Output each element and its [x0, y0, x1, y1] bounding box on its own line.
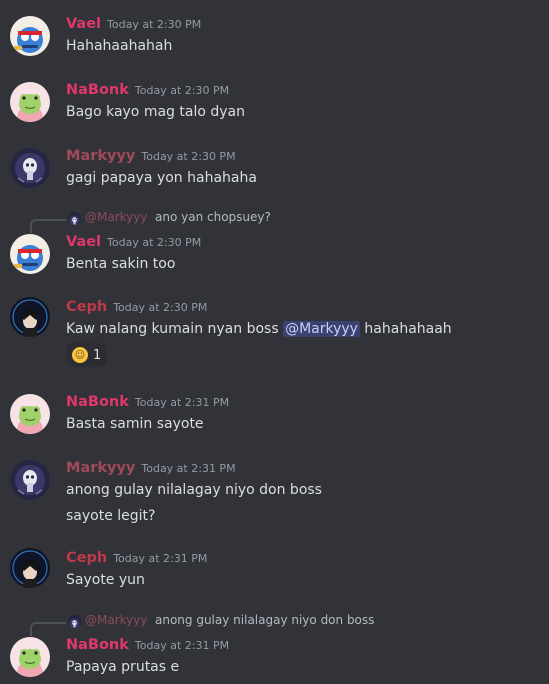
message-text: gagi papaya yon hahahaha	[66, 170, 257, 186]
timestamp: Today at 2:30 PM	[113, 301, 208, 314]
message-text: Bago kayo mag talo dyan	[66, 104, 245, 120]
timestamp: Today at 2:31 PM	[134, 396, 230, 409]
author-name[interactable]: Vael Today at 2:30 PM	[66, 16, 201, 32]
timestamp: Today at 2:30 PM	[107, 236, 202, 249]
text-after-mention: hahahahaah	[364, 321, 452, 337]
ceph-avatar[interactable]	[10, 297, 50, 337]
markyyy-avatar[interactable]	[10, 460, 50, 500]
markyyy-avatar[interactable]	[10, 148, 50, 188]
reaction-count: 1	[93, 347, 102, 363]
text-before-mention: Kaw nalang kumain nyan boss	[66, 321, 279, 337]
reply-preview[interactable]: @Markyyy anong gulay nilalagay niyo don …	[0, 613, 549, 636]
message-text: Sayote yun	[66, 572, 145, 588]
reaction-button[interactable]: ☺ 1	[66, 343, 108, 367]
reply-author[interactable]: @Markyyy	[85, 613, 147, 627]
reply-spine	[30, 622, 66, 636]
message-text: Basta samin sayote	[66, 416, 204, 432]
reply-text: anong gulay nilalagay niyo don boss	[155, 613, 375, 627]
author-name[interactable]: Markyyy Today at 2:30 PM	[66, 148, 236, 164]
user-mention[interactable]: @Markyyy	[283, 321, 360, 337]
message-text: Benta sakin too	[66, 256, 176, 272]
nabonk-avatar[interactable]	[10, 637, 50, 677]
timestamp: Today at 2:30 PM	[141, 150, 236, 163]
nabonk-avatar[interactable]	[10, 82, 50, 122]
message-text: anong gulay nilalagay niyo don boss	[66, 482, 322, 498]
markyyy-mini-avatar	[68, 212, 81, 225]
markyyy-mini-avatar	[68, 615, 81, 628]
author-name[interactable]: Markyyy Today at 2:31 PM	[66, 460, 236, 476]
author-name[interactable]: NaBonk Today at 2:31 PM	[66, 637, 229, 653]
author-name[interactable]: Vael Today at 2:30 PM	[66, 234, 201, 250]
vael-avatar[interactable]	[10, 16, 50, 56]
message-text: sayote legit?	[66, 508, 156, 524]
timestamp: Today at 2:31 PM	[141, 462, 236, 475]
author-name[interactable]: Ceph Today at 2:30 PM	[66, 299, 207, 315]
author-name[interactable]: NaBonk Today at 2:31 PM	[66, 394, 229, 410]
author-name[interactable]: Ceph Today at 2:31 PM	[66, 550, 207, 566]
message-text: Kaw nalang kumain nyan boss @Markyyy hah…	[66, 321, 452, 337]
nabonk-avatar[interactable]	[10, 394, 50, 434]
ceph-avatar[interactable]	[10, 548, 50, 588]
timestamp: Today at 2:31 PM	[113, 552, 208, 565]
reply-spine	[30, 219, 66, 233]
timestamp: Today at 2:31 PM	[134, 639, 230, 652]
timestamp: Today at 2:30 PM	[134, 84, 230, 97]
reply-text: ano yan chopsuey?	[155, 210, 271, 224]
reply-preview[interactable]: @Markyyy ano yan chopsuey?	[0, 210, 549, 233]
author-name[interactable]: NaBonk Today at 2:30 PM	[66, 82, 229, 98]
message-text: Hahahaahahah	[66, 38, 173, 54]
vael-avatar[interactable]	[10, 234, 50, 274]
reply-author[interactable]: @Markyyy	[85, 210, 147, 224]
rolling-on-floor-laughing-emoji: ☺	[72, 347, 88, 363]
message-text: Papaya prutas e	[66, 659, 180, 675]
timestamp: Today at 2:30 PM	[107, 18, 202, 31]
